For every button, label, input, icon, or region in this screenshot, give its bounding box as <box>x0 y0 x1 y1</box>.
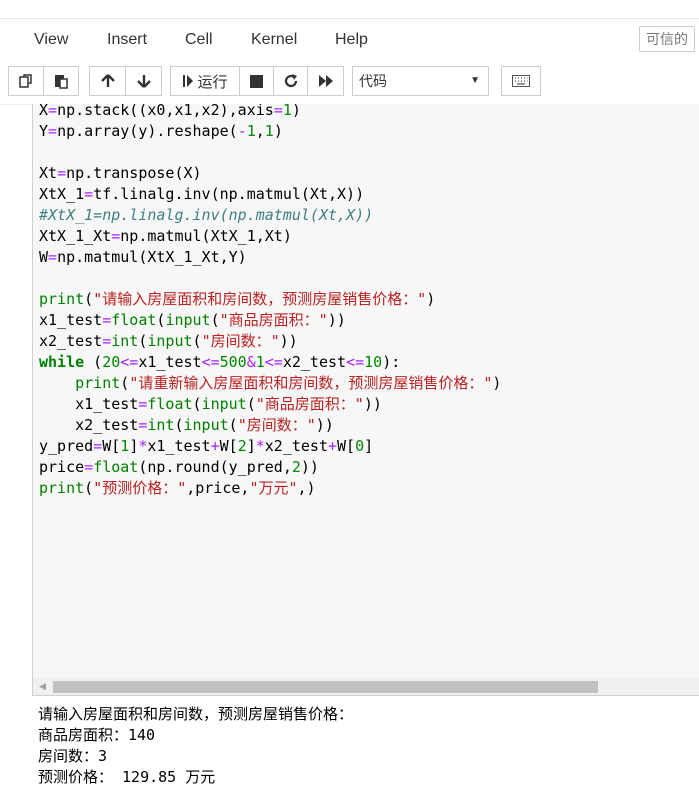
menu-kernel[interactable]: Kernel <box>251 31 297 49</box>
scroll-left-icon[interactable]: ◀ <box>39 681 46 692</box>
cell-type-value: 代码 <box>359 73 387 89</box>
refresh-icon <box>284 74 297 88</box>
keyboard-icon <box>512 75 530 87</box>
interrupt-button[interactable] <box>239 66 274 96</box>
code-line: print("请重新输入房屋面积和房间数，预测房屋销售价格：") <box>75 374 502 392</box>
code-line: X=np.stack((x0,x1,x2),axis=1) <box>39 104 301 119</box>
code-line: x1_test=float(input("商品房面积：")) <box>39 395 382 413</box>
horizontal-scrollbar[interactable]: ◀ <box>33 678 699 695</box>
stop-icon <box>250 74 263 88</box>
output-line: 房间数：3 <box>38 747 108 765</box>
fast-forward-icon <box>318 75 333 87</box>
output-line: 预测价格： 129.85 万元 <box>38 768 216 786</box>
menu-insert[interactable]: Insert <box>107 31 147 49</box>
code-line: y_pred=W[1]*x1_test+W[2]*x2_test+W[0] <box>39 437 374 455</box>
scrollbar-thumb[interactable] <box>53 681 598 693</box>
code-line: XtX_1_Xt=np.matmul(XtX_1,Xt) <box>39 227 292 245</box>
paste-button[interactable] <box>43 66 79 96</box>
code-line-comment: #XtX_1=np.linalg.inv(np.matmul(Xt,X)) <box>39 206 374 224</box>
restart-button[interactable] <box>273 66 308 96</box>
trusted-indicator[interactable]: 可信的 <box>639 26 695 52</box>
code-line: W=np.matmul(XtX_1_Xt,Y) <box>39 248 247 266</box>
code-line: XtX_1=tf.linalg.inv(np.matmul(Xt,X)) <box>39 185 365 203</box>
menu-cell[interactable]: Cell <box>185 31 213 49</box>
run-group: 运行 <box>170 66 344 96</box>
copy-icon <box>19 74 32 88</box>
code-cell[interactable]: X=np.stack((x0,x1,x2),axis=1) Y=np.array(… <box>32 104 699 696</box>
run-all-button[interactable] <box>307 66 344 96</box>
paste-icon <box>55 75 68 89</box>
menu-help[interactable]: Help <box>335 31 368 49</box>
run-label: 运行 <box>197 73 228 91</box>
code-line: x1_test=float(input("商品房面积：")) <box>39 311 346 329</box>
code-line: Y=np.array(y).reshape(-1,1) <box>39 122 283 140</box>
dropdown-arrow-icon: ▼ <box>470 75 480 86</box>
arrow-up-icon <box>100 74 115 87</box>
output-line: 请输入房屋面积和房间数，预测房屋销售价格： <box>38 705 354 723</box>
code-line: while (20<=x1_test<=500&1<=x2_test<=10): <box>39 353 401 371</box>
step-forward-icon <box>183 75 194 87</box>
copy-button[interactable] <box>8 66 44 96</box>
code-editor[interactable]: X=np.stack((x0,x1,x2),axis=1) Y=np.array(… <box>39 104 501 499</box>
toolbar: 运行 代码 ▼ <box>0 60 699 105</box>
command-palette-button[interactable] <box>501 66 541 96</box>
cell-output: 请输入房屋面积和房间数，预测房屋销售价格： 商品房面积：140 房间数：3 预测价格：… <box>38 704 353 788</box>
move-group <box>89 66 162 96</box>
move-down-button[interactable] <box>125 66 162 96</box>
code-line: price=float(np.round(y_pred,2)) <box>39 458 319 476</box>
code-line: x2_test=int(input("房间数：")) <box>39 416 334 434</box>
cell-type-select[interactable]: 代码 ▼ <box>352 66 489 96</box>
code-line: Xt=np.transpose(X) <box>39 164 202 182</box>
arrow-down-icon <box>136 75 151 88</box>
code-line: print("请输入房屋面积和房间数，预测房屋销售价格：") <box>39 290 436 308</box>
menubar: View Insert Cell Kernel Help 可信的 <box>0 18 699 62</box>
clipboard-group <box>8 66 79 96</box>
move-up-button[interactable] <box>89 66 126 96</box>
code-line: x2_test=int(input("房间数：")) <box>39 332 298 350</box>
code-line: print("预测价格：",price,"万元",) <box>39 479 316 497</box>
run-button[interactable]: 运行 <box>170 66 240 96</box>
menu-view[interactable]: View <box>34 31 68 49</box>
output-line: 商品房面积：140 <box>38 726 156 744</box>
